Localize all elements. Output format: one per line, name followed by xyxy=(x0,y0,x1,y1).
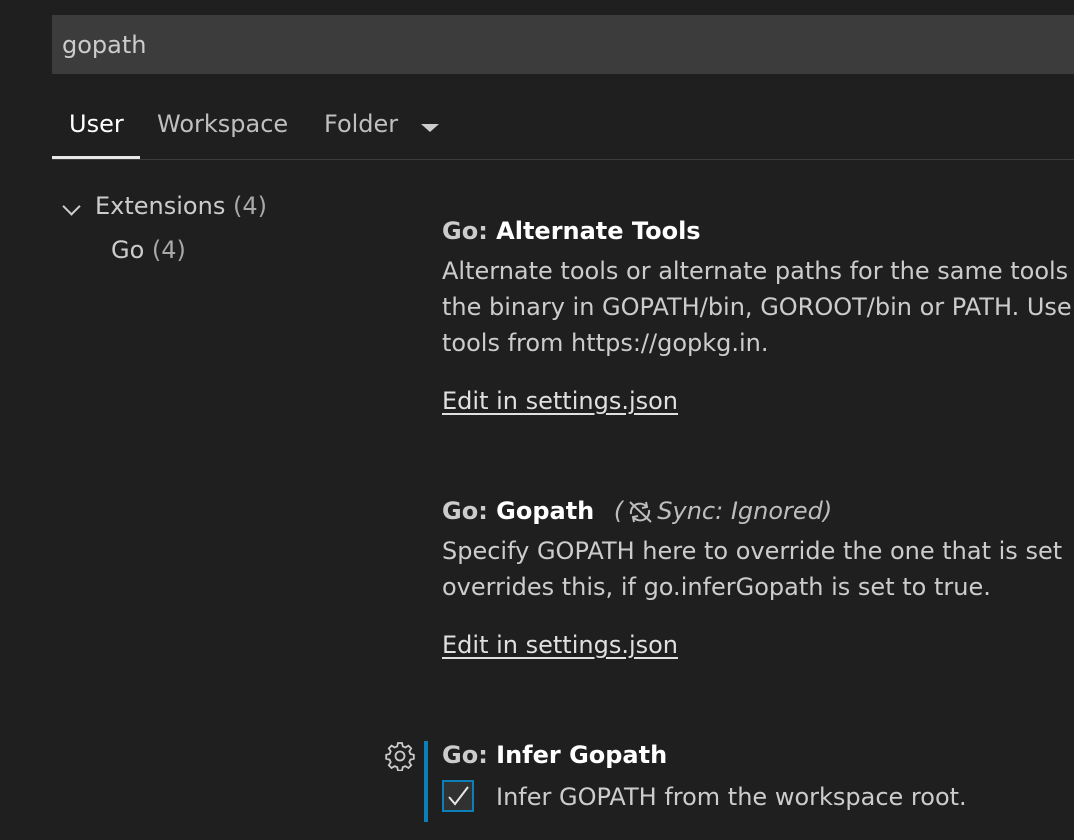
setting-description: Specify GOPATH here to override the one … xyxy=(442,533,1074,605)
setting-modified-indicator xyxy=(424,741,428,822)
chevron-down-icon[interactable] xyxy=(421,124,439,132)
description-line: Alternate tools or alternate paths for t… xyxy=(442,257,1069,285)
setting-title: Go: Gopath ( Sync: Ignored) xyxy=(442,493,1074,529)
toc-item-label: Extensions xyxy=(95,192,226,220)
setting-title: Go: Infer Gopath xyxy=(442,737,1074,773)
sync-open-paren: ( xyxy=(613,497,624,525)
setting-gopath: Go: Gopath ( Sync: Ignored) Specify GOPA… xyxy=(442,493,1074,659)
description-line: Specify GOPATH here to override the one … xyxy=(442,537,1063,565)
settings-scope-tabs: User Workspace Folder xyxy=(52,100,1074,160)
setting-name: Infer Gopath xyxy=(496,741,668,769)
setting-description: Alternate tools or alternate paths for t… xyxy=(442,253,1074,361)
sync-ignored-indicator: ( Sync: Ignored) xyxy=(614,497,832,525)
setting-category: Go: xyxy=(442,217,497,245)
setting-name: Gopath xyxy=(496,497,595,525)
setting-infer-gopath: Go: Infer Gopath xyxy=(442,737,1074,773)
description-line: the binary in GOPATH/bin, GOROOT/bin or … xyxy=(442,293,1072,321)
active-tab-indicator xyxy=(52,156,140,159)
tab-user[interactable]: User xyxy=(69,110,124,138)
setting-category: Go: xyxy=(442,741,497,769)
description-line: tools from https://gopkg.in. xyxy=(442,329,769,357)
setting-category: Go: xyxy=(442,497,497,525)
edit-in-settings-json-link[interactable]: Edit in settings.json xyxy=(442,387,678,415)
settings-editor: User Workspace Folder Extensions (4) Go … xyxy=(0,0,1074,840)
sync-ignored-label: Sync: Ignored) xyxy=(657,497,833,525)
toc-item-extensions[interactable]: Extensions (4) xyxy=(60,192,267,220)
checkbox-label: Infer GOPATH from the workspace root. xyxy=(496,783,967,811)
toc-item-go[interactable]: Go (4) xyxy=(111,236,186,264)
setting-name: Alternate Tools xyxy=(496,217,701,245)
check-icon xyxy=(448,786,469,806)
toc-item-count: (4) xyxy=(151,236,186,264)
setting-alternate-tools: Go: Alternate Tools Alternate tools or a… xyxy=(442,213,1074,415)
settings-search-bar[interactable] xyxy=(52,15,1074,74)
sync-ignored-icon xyxy=(629,501,652,523)
toc-item-label: Go xyxy=(111,236,145,264)
gear-icon[interactable] xyxy=(385,741,415,771)
setting-title: Go: Alternate Tools xyxy=(442,213,1074,249)
tab-folder[interactable]: Folder xyxy=(324,110,398,138)
edit-in-settings-json-link[interactable]: Edit in settings.json xyxy=(442,631,678,659)
toc-item-count: (4) xyxy=(232,192,267,220)
chevron-down-icon xyxy=(62,197,81,216)
infer-gopath-checkbox[interactable] xyxy=(442,780,474,812)
tab-workspace[interactable]: Workspace xyxy=(157,110,288,138)
settings-search-input[interactable] xyxy=(62,30,1074,59)
description-line: overrides this, if go.inferGopath is set… xyxy=(442,573,991,601)
